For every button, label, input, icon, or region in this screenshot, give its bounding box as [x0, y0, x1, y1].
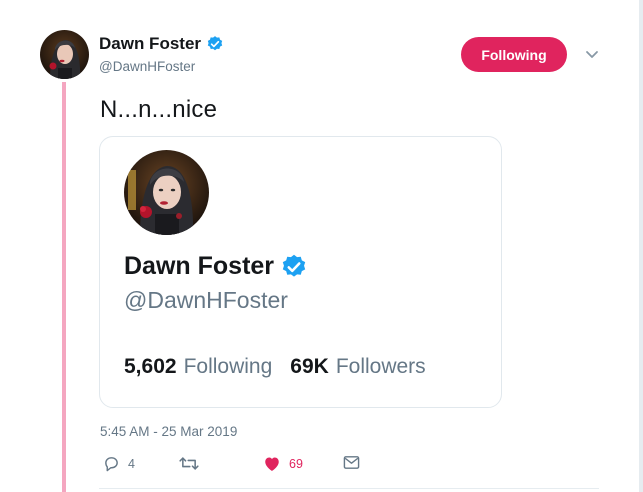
- author-avatar[interactable]: [40, 30, 89, 79]
- reply-icon: [103, 455, 120, 472]
- author-handle[interactable]: @DawnHFoster: [99, 59, 195, 74]
- verified-badge-icon: [280, 253, 308, 281]
- retweet-icon: [179, 455, 199, 472]
- following-label[interactable]: Following: [184, 355, 273, 379]
- following-button[interactable]: Following: [461, 37, 567, 72]
- profile-card[interactable]: Dawn Foster @DawnHFoster 5,602 Following…: [99, 136, 502, 408]
- verified-badge-icon: [206, 35, 224, 53]
- card-name-row[interactable]: Dawn Foster: [124, 252, 308, 281]
- heart-icon: [263, 455, 281, 472]
- reply-button[interactable]: 4: [103, 455, 135, 472]
- bottom-divider: [99, 488, 599, 489]
- author-name-row[interactable]: Dawn Foster: [99, 34, 224, 54]
- thread-line: [62, 82, 66, 492]
- card-stats: 5,602 Following 69K Followers: [124, 355, 426, 379]
- card-display-name[interactable]: Dawn Foster: [124, 252, 274, 281]
- tweet-timestamp[interactable]: 5:45 AM - 25 Mar 2019: [100, 424, 237, 439]
- followers-count[interactable]: 69K: [290, 355, 329, 379]
- tweet-text: N...n...nice: [100, 96, 218, 123]
- like-button[interactable]: 69: [263, 455, 303, 472]
- envelope-icon: [343, 455, 360, 470]
- like-count: 69: [289, 456, 303, 471]
- direct-message-button[interactable]: [343, 455, 360, 470]
- followers-label[interactable]: Followers: [336, 355, 426, 379]
- card-avatar[interactable]: [124, 150, 209, 235]
- author-display-name[interactable]: Dawn Foster: [99, 34, 201, 54]
- following-count[interactable]: 5,602: [124, 355, 177, 379]
- reply-count: 4: [128, 456, 135, 471]
- card-handle[interactable]: @DawnHFoster: [124, 287, 288, 314]
- retweet-button[interactable]: [179, 455, 207, 472]
- chevron-down-icon[interactable]: [584, 46, 600, 62]
